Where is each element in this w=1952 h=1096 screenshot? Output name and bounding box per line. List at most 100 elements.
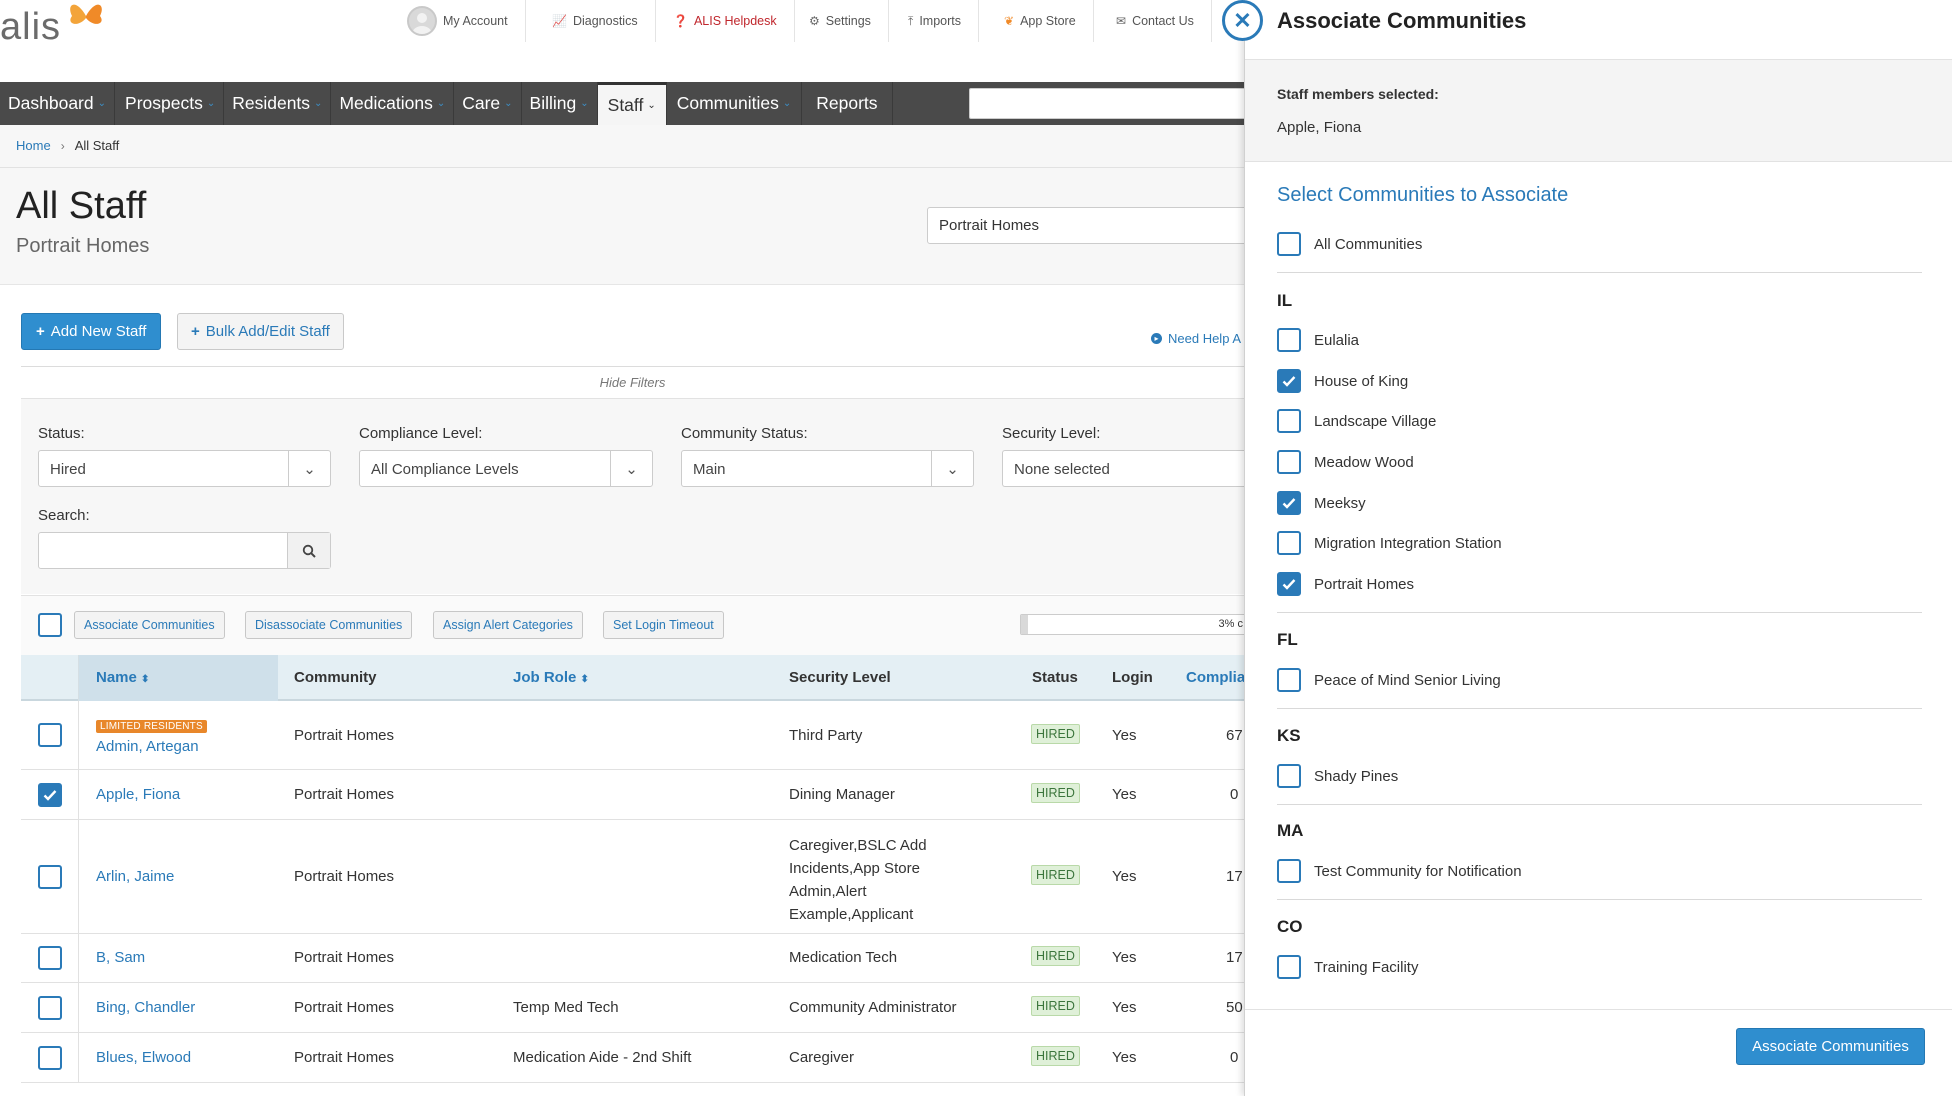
nav-reports[interactable]: Reports xyxy=(802,82,893,125)
diagnostics-link[interactable]: 📈 Diagnostics xyxy=(535,0,656,42)
community-option-label: Meadow Wood xyxy=(1314,453,1414,471)
community-option-label: Migration Integration Station xyxy=(1314,534,1502,552)
column-name[interactable]: Name ⬍ xyxy=(96,655,149,701)
need-help-label: Need Help A xyxy=(1168,331,1241,346)
need-help-link[interactable]: ▸ Need Help A xyxy=(1151,331,1241,346)
nav-staff[interactable]: Staff ⌄ xyxy=(597,82,667,125)
row-checkbox[interactable] xyxy=(37,782,62,807)
table-header: Name ⬍ Community Job Role ⬍ Security Lev… xyxy=(21,655,1245,701)
nav-communities[interactable]: Communities ⌄ xyxy=(667,82,803,125)
staff-name-link[interactable]: Apple, Fiona xyxy=(96,786,180,803)
settings-link[interactable]: ⚙ Settings xyxy=(792,0,889,42)
nav-search-input[interactable] xyxy=(969,88,1249,119)
nav-medications[interactable]: Medications ⌄ xyxy=(331,82,455,125)
community-option[interactable]: Migration Integration Station xyxy=(1277,531,1502,555)
community-option-label: All Communities xyxy=(1314,235,1423,253)
compliance-progress-bar: 3% c xyxy=(1020,614,1250,635)
chevron-down-icon: ⌄ xyxy=(782,98,792,109)
app-store-link[interactable]: ❦ App Store xyxy=(987,0,1094,42)
upload-icon: ⤒ xyxy=(908,13,914,28)
nav-care[interactable]: Care ⌄ xyxy=(454,82,522,125)
community-option[interactable]: Meadow Wood xyxy=(1277,450,1414,474)
community-checkbox[interactable] xyxy=(1277,409,1301,433)
table-row[interactable]: Apple, Fiona Portrait Homes Dining Manag… xyxy=(21,770,1244,820)
community-checkbox[interactable] xyxy=(1277,531,1301,555)
community-option[interactable]: Landscape Village xyxy=(1277,409,1436,433)
info-icon: ▸ xyxy=(1151,333,1162,344)
associate-communities-submit-button[interactable]: Associate Communities xyxy=(1736,1028,1925,1065)
contact-us-link[interactable]: ✉ Contact Us xyxy=(1099,0,1212,42)
set-login-timeout-button[interactable]: Set Login Timeout xyxy=(603,611,724,639)
row-checkbox[interactable] xyxy=(37,1045,62,1070)
community-option[interactable]: Meeksy xyxy=(1277,491,1366,515)
community-option[interactable]: Test Community for Notification xyxy=(1277,859,1522,883)
community-option[interactable]: Shady Pines xyxy=(1277,764,1398,788)
breadcrumb-current: All Staff xyxy=(74,138,120,153)
table-row[interactable]: Arlin, Jaime Portrait Homes Caregiver,BS… xyxy=(21,820,1244,934)
all-communities-checkbox[interactable] xyxy=(1277,232,1301,256)
community-option[interactable]: Training Facility xyxy=(1277,955,1418,979)
row-checkbox[interactable] xyxy=(37,864,62,889)
imports-link[interactable]: ⤒ Imports xyxy=(891,0,979,42)
security-filter-select[interactable]: None selected xyxy=(1002,450,1252,487)
community-option[interactable]: House of King xyxy=(1277,369,1408,393)
row-checkbox[interactable] xyxy=(37,723,62,747)
nav-billing[interactable]: Billing ⌄ xyxy=(522,82,598,125)
assign-alert-categories-button[interactable]: Assign Alert Categories xyxy=(433,611,583,639)
helpdesk-link[interactable]: ❓ ALIS Helpdesk xyxy=(656,0,795,42)
selected-staff-value: Apple, Fiona xyxy=(1277,119,1362,136)
row-checkbox-cell xyxy=(21,983,79,1032)
add-new-staff-button[interactable]: + Add New Staff xyxy=(21,313,162,350)
hide-filters-toggle[interactable]: Hide Filters xyxy=(21,367,1244,399)
staff-name-link[interactable]: Admin, Artegan xyxy=(96,738,199,755)
associate-communities-button[interactable]: Associate Communities xyxy=(74,611,225,639)
staff-name-link[interactable]: B, Sam xyxy=(96,949,145,966)
community-option[interactable]: Peace of Mind Senior Living xyxy=(1277,668,1501,692)
staff-name-link[interactable]: Blues, Elwood xyxy=(96,1049,191,1066)
close-panel-button[interactable]: ✕ xyxy=(1222,0,1263,41)
community-checkbox[interactable] xyxy=(1277,668,1301,692)
page-subtitle: Portrait Homes xyxy=(16,235,150,257)
column-compliance[interactable]: Complia xyxy=(1186,655,1245,701)
table-row[interactable]: LIMITED RESIDENTS Admin, Artegan Portrai… xyxy=(21,701,1244,770)
select-all-checkbox[interactable] xyxy=(38,613,62,637)
community-select[interactable]: Portrait Homes xyxy=(927,207,1257,244)
staff-name-link[interactable]: Bing, Chandler xyxy=(96,999,195,1016)
community-checkbox[interactable] xyxy=(1277,491,1301,515)
community-checkbox[interactable] xyxy=(1277,450,1301,474)
community-status-filter-select[interactable]: Main ⌄ xyxy=(681,450,974,487)
breadcrumb-home-link[interactable]: Home xyxy=(16,138,51,153)
compliance-filter-select[interactable]: All Compliance Levels ⌄ xyxy=(359,450,653,487)
community-option[interactable]: Eulalia xyxy=(1277,328,1359,352)
column-job-role[interactable]: Job Role ⬍ xyxy=(513,655,589,701)
table-row[interactable]: B, Sam Portrait Homes Medication Tech HI… xyxy=(21,934,1244,983)
bulk-add-edit-button[interactable]: + Bulk Add/Edit Staff xyxy=(177,313,344,350)
status-filter-select[interactable]: Hired ⌄ xyxy=(38,450,331,487)
community-checkbox[interactable] xyxy=(1277,572,1301,596)
staff-name-link[interactable]: Arlin, Jaime xyxy=(96,868,174,885)
nav-prospects[interactable]: Prospects ⌄ xyxy=(115,82,225,125)
disassociate-communities-button[interactable]: Disassociate Communities xyxy=(245,611,413,639)
compliance-cell: 50 xyxy=(1226,999,1243,1016)
sort-icon: ⬍ xyxy=(141,674,150,685)
nav-dashboard[interactable]: Dashboard ⌄ xyxy=(0,82,116,125)
status-badge: HIRED xyxy=(1031,865,1080,885)
login-cell: Yes xyxy=(1112,786,1137,803)
nav-residents[interactable]: Residents ⌄ xyxy=(224,82,332,125)
community-checkbox[interactable] xyxy=(1277,369,1301,393)
search-button[interactable] xyxy=(287,533,330,568)
table-row[interactable]: Bing, Chandler Portrait Homes Temp Med T… xyxy=(21,983,1244,1033)
row-checkbox[interactable] xyxy=(37,995,62,1020)
community-option[interactable]: Portrait Homes xyxy=(1277,572,1414,596)
search-input[interactable] xyxy=(38,532,331,569)
community-checkbox[interactable] xyxy=(1277,328,1301,352)
row-checkbox[interactable] xyxy=(37,946,62,970)
search-label: Search: xyxy=(38,507,90,524)
my-account-link[interactable]: My Account xyxy=(390,0,526,42)
community-option-all[interactable]: All Communities xyxy=(1277,232,1422,256)
table-row[interactable]: Blues, Elwood Portrait Homes Medication … xyxy=(21,1033,1244,1083)
community-checkbox[interactable] xyxy=(1277,859,1301,883)
community-checkbox[interactable] xyxy=(1277,764,1301,788)
community-checkbox[interactable] xyxy=(1277,955,1301,979)
row-checkbox-cell xyxy=(21,820,79,933)
